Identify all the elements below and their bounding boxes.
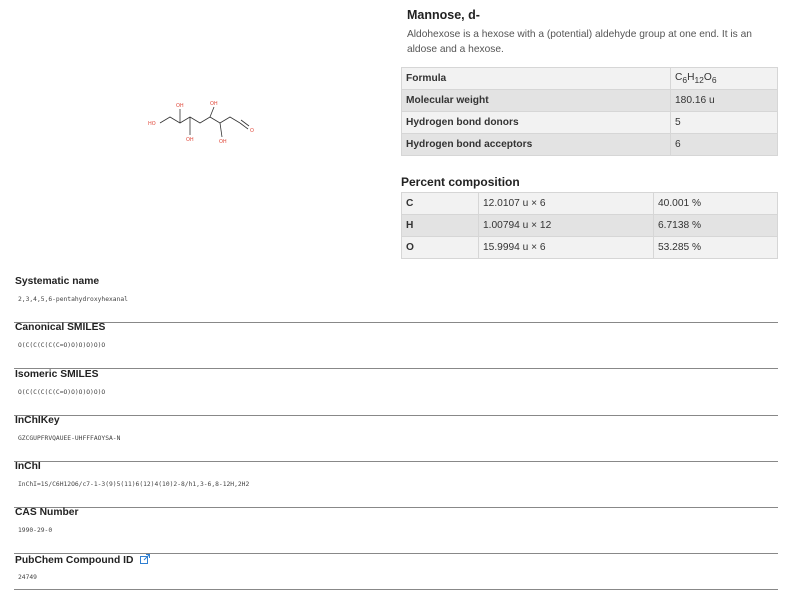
identifier-inchikey: InChIKey GZCGUPFRVQAUEE-UHFFFAOYSA-N [14,415,778,462]
identifier-label: PubChem Compound ID [15,554,151,567]
identifier-label: Systematic name [15,276,100,287]
percent-composition-heading: Percent composition [401,175,520,189]
atom-label-oh-3: OH [210,101,218,107]
atom-label-oh-2: OH [186,137,194,143]
table-row: H 1.00794 u × 12 6.7138 % [401,214,778,237]
atom-label-oh-1: OH [176,103,184,109]
identifier-label: InChI [15,461,41,472]
molecule-structure-image: HO OH OH OH OH O [140,95,260,155]
element-symbol: H [401,214,479,237]
element-percent: 40.001 % [653,192,778,215]
table-row: Hydrogen bond acceptors 6 [401,133,778,156]
identifier-value: 1990-29-0 [18,527,53,534]
identifier-pubchem-id: PubChem Compound ID 24749 [14,554,778,590]
element-symbol: O [401,236,479,259]
property-value: 180.16 u [670,89,778,112]
table-row: Hydrogen bond donors 5 [401,111,778,134]
percent-composition-table: C 12.0107 u × 6 40.001 % H 1.00794 u × 1… [401,192,778,259]
property-value: 6 [670,133,778,156]
property-value-formula: C6H12O6 [670,67,778,90]
external-link-icon[interactable] [140,554,151,567]
identifier-value: O(C(C(C(C(C=O)O)O)O)O)O [18,389,106,396]
element-mass: 12.0107 u × 6 [478,192,654,215]
identifier-systematic-name: Systematic name 2,3,4,5,6-pentahydroxyhe… [14,276,778,323]
identifier-cas-number: CAS Number 1990-29-0 [14,507,778,554]
compound-description: Aldohexose is a hexose with a (potential… [407,29,752,55]
identifier-value: 2,3,4,5,6-pentahydroxyhexanal [18,296,128,303]
properties-table: Formula C6H12O6 Molecular weight 180.16 … [401,67,778,156]
atom-label-ho: HO [148,121,156,127]
identifier-label: InChIKey [15,415,60,426]
element-mass: 15.9994 u × 6 [478,236,654,259]
element-mass: 1.00794 u × 12 [478,214,654,237]
compound-name: Mannose, d- [407,8,480,22]
identifier-label: Isomeric SMILES [15,369,99,380]
property-label: Molecular weight [401,89,671,112]
table-row: O 15.9994 u × 6 53.285 % [401,236,778,259]
identifier-isomeric-smiles: Isomeric SMILES O(C(C(C(C(C=O)O)O)O)O)O [14,369,778,416]
identifier-label: Canonical SMILES [15,322,106,333]
identifier-label: CAS Number [15,507,79,518]
identifier-value: InChI=1S/C6H12O6/c7-1-3(9)5(11)6(12)4(10… [18,481,250,488]
table-row: C 12.0107 u × 6 40.001 % [401,192,778,215]
skeletal-formula-drawing: HO OH OH OH OH O [148,101,254,145]
identifier-value: GZCGUPFRVQAUEE-UHFFFAOYSA-N [18,435,121,442]
identifier-inchi: InChI InChI=1S/C6H12O6/c7-1-3(9)5(11)6(1… [14,461,778,508]
property-value: 5 [670,111,778,134]
property-label: Formula [401,67,671,90]
element-symbol: C [401,192,479,215]
identifier-value: 24749 [18,574,37,581]
atom-label-o: O [250,128,254,134]
atom-label-oh-4: OH [219,139,227,145]
property-label: Hydrogen bond donors [401,111,671,134]
identifier-value: O(C(C(C(C(C=O)O)O)O)O)O [18,342,106,349]
pubchem-label-text: PubChem Compound ID [15,555,134,566]
identifier-canonical-smiles: Canonical SMILES O(C(C(C(C(C=O)O)O)O)O)O [14,322,778,369]
property-label: Hydrogen bond acceptors [401,133,671,156]
element-percent: 6.7138 % [653,214,778,237]
element-percent: 53.285 % [653,236,778,259]
table-row: Molecular weight 180.16 u [401,89,778,112]
table-row: Formula C6H12O6 [401,67,778,90]
